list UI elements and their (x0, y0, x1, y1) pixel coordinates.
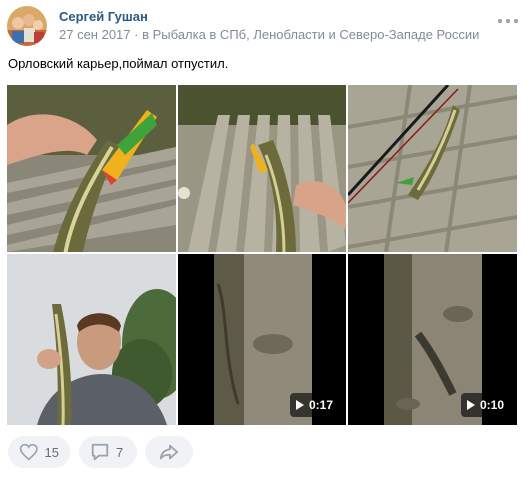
video-duration-badge: 0:17 (289, 393, 340, 417)
author-name-link[interactable]: Сергей Гушан (59, 9, 148, 24)
play-icon (466, 400, 475, 410)
group-link[interactable]: Рыбалка в СПб, Ленобласти и Северо-Запад… (153, 27, 480, 42)
video-duration: 0:10 (479, 398, 504, 412)
like-count: 15 (44, 444, 59, 460)
photo-1-image (7, 85, 176, 252)
comment-count: 7 (116, 444, 124, 460)
author-avatar[interactable] (7, 6, 47, 46)
photo-1[interactable] (7, 85, 176, 252)
share-button[interactable] (145, 436, 193, 468)
group-prefix: в (142, 27, 149, 42)
comment-button[interactable]: 7 (79, 436, 137, 468)
post-meta: 27 сен 2017 · в Рыбалка в СПб, Ленобласт… (59, 27, 479, 42)
more-dots-icon[interactable] (498, 17, 518, 25)
video-1[interactable]: 0:17 (178, 254, 346, 425)
video-duration: 0:17 (308, 398, 333, 412)
photo-2-image (178, 85, 346, 252)
post-date[interactable]: 27 сен 2017 (59, 27, 131, 42)
photo-3[interactable] (348, 85, 517, 252)
heart-icon (19, 443, 38, 461)
wall-post: Сергей Гушан 27 сен 2017 · в Рыбалка в С… (0, 0, 532, 478)
photo-4[interactable] (7, 254, 176, 425)
photo-2[interactable] (178, 85, 346, 252)
video-2[interactable]: 0:10 (348, 254, 517, 425)
share-icon (159, 444, 179, 460)
photo-4-image (7, 254, 176, 425)
meta-separator: · (134, 27, 143, 42)
comment-icon (91, 443, 109, 461)
like-button[interactable]: 15 (8, 436, 70, 468)
post-text: Орловский карьер,поймал отпустил. (8, 56, 229, 71)
photo-3-image (348, 85, 517, 252)
play-icon (295, 400, 304, 410)
video-duration-badge: 0:10 (460, 393, 511, 417)
